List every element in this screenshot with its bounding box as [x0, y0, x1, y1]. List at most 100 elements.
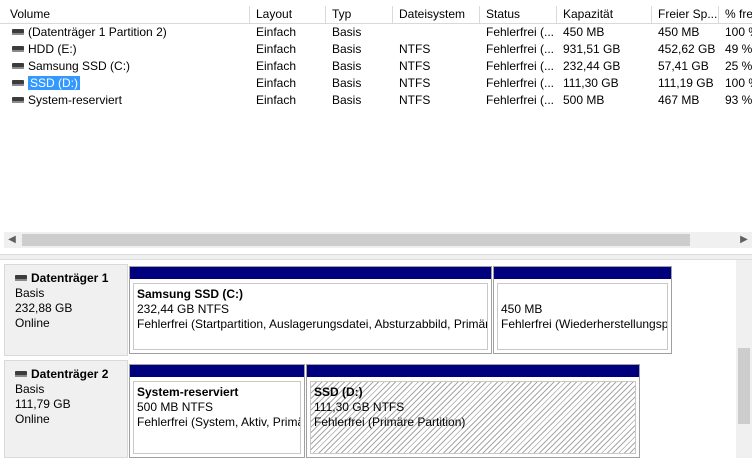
- volume-name: Samsung SSD (C:): [28, 59, 131, 73]
- percent-free-cell: 25 %: [725, 59, 752, 73]
- disk-drive-icon: [15, 370, 27, 377]
- disk-drive-icon: [12, 96, 24, 103]
- disk-type: Basis: [15, 286, 45, 300]
- disk-drive-icon: [12, 45, 24, 52]
- disk-name: Datenträger 2: [15, 367, 127, 382]
- disk-name-label: Datenträger 2: [31, 367, 109, 381]
- scrollbar-thumb[interactable]: [738, 348, 750, 424]
- partition-status: Fehlerfrei (Wiederherstellungsp: [501, 317, 668, 331]
- column-header-layout[interactable]: Layout: [250, 6, 326, 24]
- layout-cell: Einfach: [256, 93, 297, 107]
- status-cell: Fehlerfrei (...: [486, 93, 555, 107]
- free-space-cell: 57,41 GB: [658, 59, 709, 73]
- partition-status: Fehlerfrei (Startpartition, Auslagerungs…: [137, 317, 488, 331]
- type-cell: Basis: [332, 42, 362, 56]
- volume-name-selected: SSD (D:): [28, 76, 80, 90]
- type-cell: Basis: [332, 25, 362, 39]
- volume-cell: HDD (E:): [4, 41, 250, 58]
- free-space-cell: 450 MB: [658, 25, 700, 39]
- table-row[interactable]: System-reserviert Einfach Basis NTFS Feh…: [0, 92, 752, 109]
- scroll-right-icon[interactable]: ▶: [736, 232, 752, 248]
- table-row[interactable]: Samsung SSD (C:) Einfach Basis NTFS Fehl…: [0, 58, 752, 75]
- disk-name: Datenträger 1: [15, 271, 127, 286]
- partition-name: Samsung SSD (C:): [137, 287, 244, 301]
- type-cell: Basis: [332, 59, 362, 73]
- table-row[interactable]: HDD (E:) Einfach Basis NTFS Fehlerfrei (…: [0, 41, 752, 58]
- capacity-cell: 931,51 GB: [563, 42, 621, 56]
- disk-size: 232,88 GB: [15, 301, 73, 315]
- volume-cell: (Datenträger 1 Partition 2): [4, 24, 250, 41]
- disk-drive-icon: [12, 79, 24, 86]
- column-header-capacity[interactable]: Kapazität: [557, 6, 652, 24]
- partition-bar: [307, 365, 639, 377]
- partition-recovery[interactable]: 450 MB Fehlerfrei (Wiederherstellungsp: [493, 266, 672, 354]
- partition-details: SSD (D:) 111,30 GB NTFS Fehlerfrei (Prim…: [310, 381, 636, 454]
- scrollbar-thumb[interactable]: [22, 234, 690, 246]
- partition-details: 450 MB Fehlerfrei (Wiederherstellungsp: [497, 283, 668, 350]
- table-row-selected[interactable]: SSD (D:) Einfach Basis NTFS Fehlerfrei (…: [0, 75, 752, 92]
- capacity-cell: 450 MB: [563, 25, 605, 39]
- layout-cell: Einfach: [256, 42, 297, 56]
- status-cell: Fehlerfrei (...: [486, 76, 555, 90]
- partition-size: 450 MB: [501, 302, 543, 316]
- disk-type: Basis: [15, 382, 45, 396]
- capacity-cell: 111,30 GB: [563, 76, 619, 90]
- status-cell: Fehlerfrei (...: [486, 25, 555, 39]
- partition-size: 500 MB NTFS: [137, 400, 214, 414]
- disk-drive-icon: [12, 62, 24, 69]
- partition-size: 232,44 GB NTFS: [137, 302, 230, 316]
- disk-drive-icon: [15, 274, 27, 281]
- partition-bar: [130, 365, 304, 377]
- capacity-cell: 500 MB: [563, 93, 605, 107]
- free-space-cell: 452,62 GB: [658, 42, 716, 56]
- partition-size: 111,30 GB NTFS: [314, 400, 405, 414]
- vertical-scrollbar[interactable]: [736, 260, 752, 458]
- layout-cell: Einfach: [256, 59, 297, 73]
- free-space-cell: 467 MB: [658, 93, 700, 107]
- disk-info-1[interactable]: Datenträger 1 Basis 232,88 GB Online: [4, 264, 128, 356]
- filesystem-cell: [393, 24, 480, 41]
- type-cell: Basis: [332, 93, 362, 107]
- disk-name-label: Datenträger 1: [31, 271, 109, 285]
- volume-cell: SSD (D:): [4, 75, 250, 92]
- volume-name: (Datenträger 1 Partition 2): [28, 25, 167, 39]
- partition-samsung-ssd-c[interactable]: Samsung SSD (C:) 232,44 GB NTFS Fehlerfr…: [129, 266, 492, 354]
- column-header-percent-free[interactable]: % fre: [719, 6, 752, 24]
- column-header-row: Volume Layout Typ Dateisystem Status Kap…: [0, 6, 752, 24]
- disk-graphic-view: Datenträger 1 Basis 232,88 GB Online Sam…: [0, 260, 752, 458]
- partition-name: [501, 287, 667, 302]
- volume-cell: Samsung SSD (C:): [4, 58, 250, 75]
- filesystem-cell: NTFS: [399, 42, 431, 56]
- partition-details: System-reserviert 500 MB NTFS Fehlerfrei…: [133, 381, 301, 454]
- partition-name: SSD (D:): [314, 385, 363, 399]
- table-row[interactable]: (Datenträger 1 Partition 2) Einfach Basi…: [0, 24, 752, 41]
- type-cell: Basis: [332, 76, 362, 90]
- free-space-cell: 111,19 GB: [658, 76, 714, 90]
- column-header-free-space[interactable]: Freier Sp...: [652, 6, 719, 24]
- partition-status: Fehlerfrei (Primäre Partition): [314, 415, 466, 429]
- volume-list: Volume Layout Typ Dateisystem Status Kap…: [0, 0, 752, 254]
- column-header-type[interactable]: Typ: [326, 6, 393, 24]
- horizontal-scrollbar[interactable]: ◀ ▶: [4, 232, 752, 248]
- disk-size: 111,79 GB: [15, 397, 71, 411]
- partition-ssd-d-selected[interactable]: SSD (D:) 111,30 GB NTFS Fehlerfrei (Prim…: [306, 364, 640, 458]
- partition-bar: [494, 267, 671, 279]
- partition-status: Fehlerfrei (System, Aktiv, Primä: [137, 415, 301, 429]
- status-cell: Fehlerfrei (...: [486, 42, 555, 56]
- filesystem-cell: NTFS: [399, 93, 431, 107]
- column-header-status[interactable]: Status: [480, 6, 557, 24]
- column-header-volume[interactable]: Volume: [4, 6, 250, 24]
- percent-free-cell: 93 %: [725, 93, 752, 107]
- partition-bar: [130, 267, 491, 279]
- volume-name: System-reserviert: [28, 93, 123, 107]
- filesystem-cell: NTFS: [399, 76, 431, 90]
- disk-info-2[interactable]: Datenträger 2 Basis 111,79 GB Online: [4, 360, 128, 458]
- layout-cell: Einfach: [256, 25, 297, 39]
- partition-details: Samsung SSD (C:) 232,44 GB NTFS Fehlerfr…: [133, 283, 488, 350]
- filesystem-cell: NTFS: [399, 59, 431, 73]
- scroll-left-icon[interactable]: ◀: [4, 232, 20, 248]
- column-header-filesystem[interactable]: Dateisystem: [393, 6, 480, 24]
- percent-free-cell: 100 %: [725, 76, 752, 90]
- partition-system-reserved[interactable]: System-reserviert 500 MB NTFS Fehlerfrei…: [129, 364, 305, 458]
- volume-cell: System-reserviert: [4, 92, 250, 109]
